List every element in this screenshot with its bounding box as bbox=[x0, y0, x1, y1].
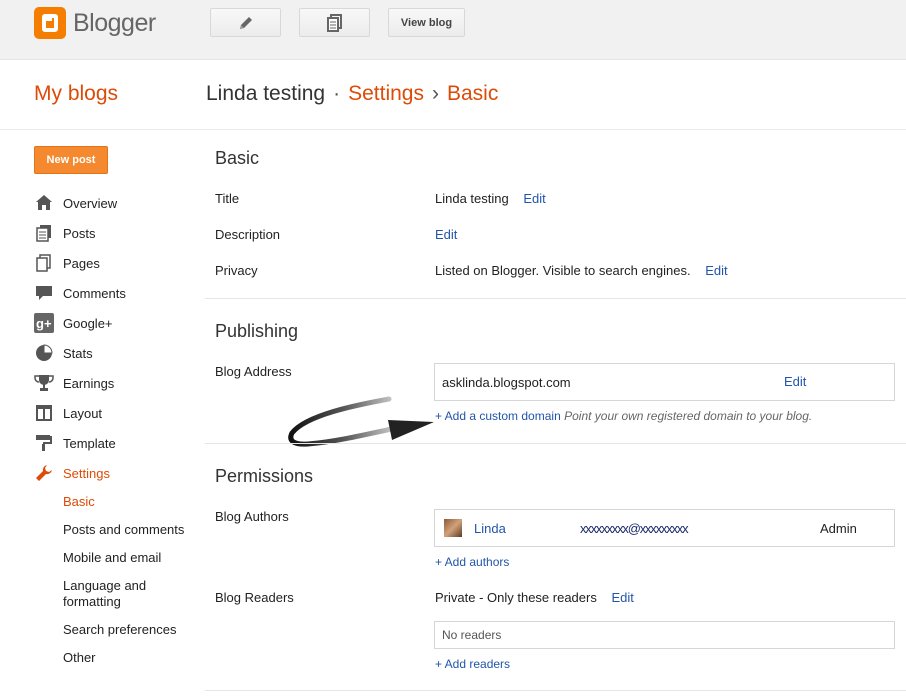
subnav-language-and-formatting[interactable]: Language and formatting bbox=[63, 572, 183, 616]
view-blog-button[interactable]: View blog bbox=[388, 8, 465, 37]
template-icon bbox=[34, 433, 54, 453]
permissions-section-title: Permissions bbox=[215, 466, 314, 486]
wrench-icon bbox=[34, 463, 54, 483]
sidebar-nav: Overview Posts Pages Comments g+ Google+… bbox=[34, 188, 184, 672]
basic-section-title: Basic bbox=[215, 148, 260, 168]
posts-toolbar-button[interactable] bbox=[299, 8, 370, 37]
logo-text: Blogger bbox=[73, 8, 156, 37]
divider bbox=[205, 443, 906, 444]
blogger-logo[interactable]: Blogger bbox=[34, 7, 156, 39]
settings-subnav: Basic Posts and comments Mobile and emai… bbox=[63, 488, 184, 672]
sidebar-item-overview[interactable]: Overview bbox=[34, 188, 184, 218]
trophy-icon bbox=[34, 373, 54, 393]
blogger-logo-icon bbox=[34, 7, 66, 39]
svg-text:g+: g+ bbox=[36, 316, 52, 331]
blog-address-label: Blog Address bbox=[215, 364, 292, 379]
author-role: Admin bbox=[820, 521, 857, 536]
title-value: Linda testing bbox=[435, 191, 509, 206]
subnav-basic[interactable]: Basic bbox=[63, 488, 184, 516]
blog-authors-label: Blog Authors bbox=[215, 509, 289, 524]
new-post-button[interactable]: New post bbox=[34, 146, 108, 174]
breadcrumb-chevron: › bbox=[431, 82, 439, 105]
top-bar: Blogger View blog bbox=[0, 0, 906, 60]
sidebar-item-label: Pages bbox=[63, 255, 100, 271]
publishing-section-title: Publishing bbox=[215, 321, 299, 341]
breadcrumb: Linda testing · Settings › Basic bbox=[206, 82, 498, 106]
avatar bbox=[444, 519, 462, 537]
comments-icon bbox=[34, 283, 54, 303]
readers-value-row: Private - Only these readers Edit bbox=[435, 590, 634, 605]
blog-address-edit-link[interactable]: Edit bbox=[784, 374, 806, 389]
blog-address-box: asklinda.blogspot.com Edit bbox=[434, 363, 895, 401]
sidebar-item-label: Template bbox=[63, 435, 116, 451]
custom-domain-hint: Point your own registered domain to your… bbox=[564, 409, 813, 423]
page-header: My blogs Linda testing · Settings › Basic bbox=[0, 60, 906, 130]
description-label: Description bbox=[215, 227, 281, 242]
sidebar-item-earnings[interactable]: Earnings bbox=[34, 368, 184, 398]
author-name-link[interactable]: Linda bbox=[474, 521, 506, 536]
sidebar-item-label: Stats bbox=[63, 345, 93, 361]
author-email: xxxxxxxxx@xxxxxxxxx bbox=[580, 521, 689, 536]
add-authors-link[interactable]: + Add authors bbox=[435, 555, 509, 569]
subnav-other[interactable]: Other bbox=[63, 644, 184, 672]
privacy-edit-link[interactable]: Edit bbox=[705, 263, 727, 278]
breadcrumb-basic: Basic bbox=[446, 82, 499, 105]
no-readers-text: No readers bbox=[442, 628, 502, 642]
breadcrumb-settings[interactable]: Settings bbox=[348, 82, 424, 105]
readers-edit-link[interactable]: Edit bbox=[611, 590, 633, 605]
sidebar-item-settings[interactable]: Settings bbox=[34, 458, 184, 488]
add-readers-link[interactable]: + Add readers bbox=[435, 657, 510, 671]
my-blogs-link[interactable]: My blogs bbox=[34, 82, 118, 106]
readers-box: No readers bbox=[434, 621, 895, 649]
annotation-arrow-icon bbox=[288, 396, 434, 447]
sidebar-item-label: Posts bbox=[63, 225, 96, 241]
title-edit-link[interactable]: Edit bbox=[523, 191, 545, 206]
divider bbox=[205, 298, 906, 299]
breadcrumb-blog-name[interactable]: Linda testing bbox=[206, 82, 325, 105]
home-icon bbox=[34, 193, 54, 213]
sidebar-item-layout[interactable]: Layout bbox=[34, 398, 184, 428]
stats-icon bbox=[34, 343, 54, 363]
blog-readers-label: Blog Readers bbox=[215, 590, 294, 605]
sidebar-item-stats[interactable]: Stats bbox=[34, 338, 184, 368]
subnav-posts-and-comments[interactable]: Posts and comments bbox=[63, 516, 184, 544]
description-edit-link[interactable]: Edit bbox=[435, 227, 457, 242]
title-value-row: Linda testing Edit bbox=[435, 191, 546, 206]
subnav-mobile-and-email[interactable]: Mobile and email bbox=[63, 544, 184, 572]
sidebar-item-label: Layout bbox=[63, 405, 103, 421]
sidebar-item-posts[interactable]: Posts bbox=[34, 218, 184, 248]
blog-authors-box: Linda xxxxxxxxx@xxxxxxxxx Admin bbox=[434, 509, 895, 547]
title-label: Title bbox=[215, 191, 240, 206]
sidebar-item-label: Google+ bbox=[63, 315, 113, 331]
google-plus-icon: g+ bbox=[34, 313, 54, 333]
sidebar-item-pages[interactable]: Pages bbox=[34, 248, 184, 278]
sidebar-item-template[interactable]: Template bbox=[34, 428, 184, 458]
blog-address-value: asklinda.blogspot.com bbox=[442, 375, 571, 390]
posts-icon bbox=[34, 223, 54, 243]
privacy-value: Listed on Blogger. Visible to search eng… bbox=[435, 263, 691, 278]
breadcrumb-dot: · bbox=[333, 82, 341, 105]
layout-icon bbox=[34, 403, 54, 423]
readers-value: Private - Only these readers bbox=[435, 590, 597, 605]
divider bbox=[205, 690, 906, 691]
sidebar-item-google-plus[interactable]: g+ Google+ bbox=[34, 308, 184, 338]
subnav-search-preferences[interactable]: Search preferences bbox=[63, 616, 184, 644]
sidebar-item-comments[interactable]: Comments bbox=[34, 278, 184, 308]
privacy-value-row: Listed on Blogger. Visible to search eng… bbox=[435, 263, 728, 278]
sidebar-item-label: Overview bbox=[63, 195, 118, 211]
pencil-icon bbox=[239, 16, 252, 29]
new-post-toolbar-button[interactable] bbox=[210, 8, 281, 37]
posts-list-icon bbox=[326, 13, 342, 32]
sidebar-item-label: Earnings bbox=[63, 375, 115, 391]
sidebar-item-label: Settings bbox=[63, 465, 110, 481]
pages-icon bbox=[34, 253, 54, 273]
add-custom-domain-link[interactable]: + Add a custom domain bbox=[435, 409, 561, 423]
sidebar-item-label: Comments bbox=[63, 285, 126, 301]
custom-domain-row: + Add a custom domain Point your own reg… bbox=[435, 409, 812, 423]
privacy-label: Privacy bbox=[215, 263, 258, 278]
